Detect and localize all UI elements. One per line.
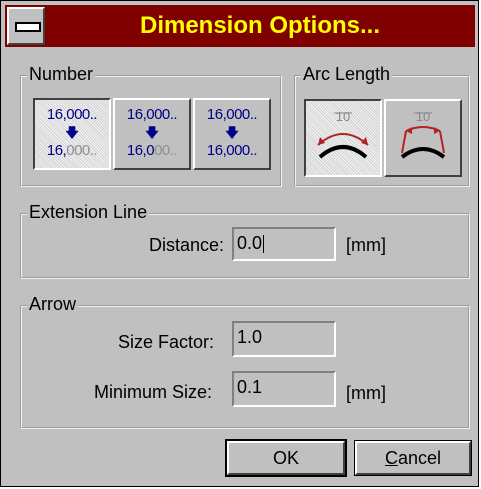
number-format-button-3[interactable]: 16,000.. 🡇 16,000.. — [193, 98, 271, 170]
extension-line-group-legend: Extension Line — [27, 202, 150, 222]
number-format-1-top: 16,000.. — [46, 106, 98, 123]
text-caret — [263, 235, 265, 254]
minimum-size-unit-label: [mm] — [346, 383, 386, 403]
cancel-button[interactable]: Cancel — [354, 440, 472, 476]
number-group-legend: Number — [27, 64, 96, 84]
number-format-3-top: 16,000.. — [206, 106, 258, 123]
arc-length-over-arc-button[interactable]: 10 — [304, 99, 382, 177]
number-format-button-1[interactable]: 16,000.. 🡇 16,000.. — [33, 98, 111, 170]
minimum-size-value: 0.1 — [237, 377, 263, 397]
distance-label: Distance: — [149, 235, 225, 255]
cancel-mnemonic: C — [384, 448, 398, 468]
system-menu-button[interactable] — [7, 7, 45, 45]
arc-length-bracket-button[interactable]: 10 — [384, 99, 462, 177]
arc-length-group-legend: Arc Length — [301, 64, 393, 84]
minimum-size-label: Minimum Size: — [94, 382, 213, 402]
arc-dimension-over-icon: 10 — [317, 109, 369, 159]
arrow-group-legend: Arrow — [27, 294, 79, 314]
size-factor-value: 1.0 — [237, 327, 263, 347]
dimension-options-dialog: Dimension Options... Number 16,000.. 🡇 1… — [0, 0, 479, 487]
svg-text:10: 10 — [336, 109, 350, 124]
number-format-1-bottom: 16,000.. — [46, 142, 98, 159]
cancel-label-rest: ancel — [397, 448, 442, 468]
number-format-2-bottom: 16,000.. — [126, 142, 178, 159]
size-factor-input[interactable]: 1.0 — [232, 321, 336, 357]
distance-unit-label: [mm] — [346, 235, 386, 255]
number-format-2-top: 16,000.. — [126, 106, 178, 123]
number-format-3-bottom: 16,000.. — [206, 142, 258, 159]
distance-input[interactable]: 0.0 — [232, 227, 336, 261]
svg-text:10: 10 — [416, 109, 430, 124]
system-menu-icon — [15, 22, 41, 32]
number-format-button-2[interactable]: 16,000.. 🡇 16,000.. — [113, 98, 191, 170]
distance-value: 0.0 — [237, 233, 263, 253]
title-bar[interactable]: Dimension Options... — [5, 5, 475, 47]
minimum-size-input[interactable]: 0.1 — [232, 371, 336, 407]
window-title: Dimension Options... — [139, 12, 380, 39]
ok-button[interactable]: OK — [225, 439, 347, 477]
size-factor-label: Size Factor: — [118, 332, 215, 352]
arc-dimension-bracket-icon: 10 — [400, 109, 446, 159]
